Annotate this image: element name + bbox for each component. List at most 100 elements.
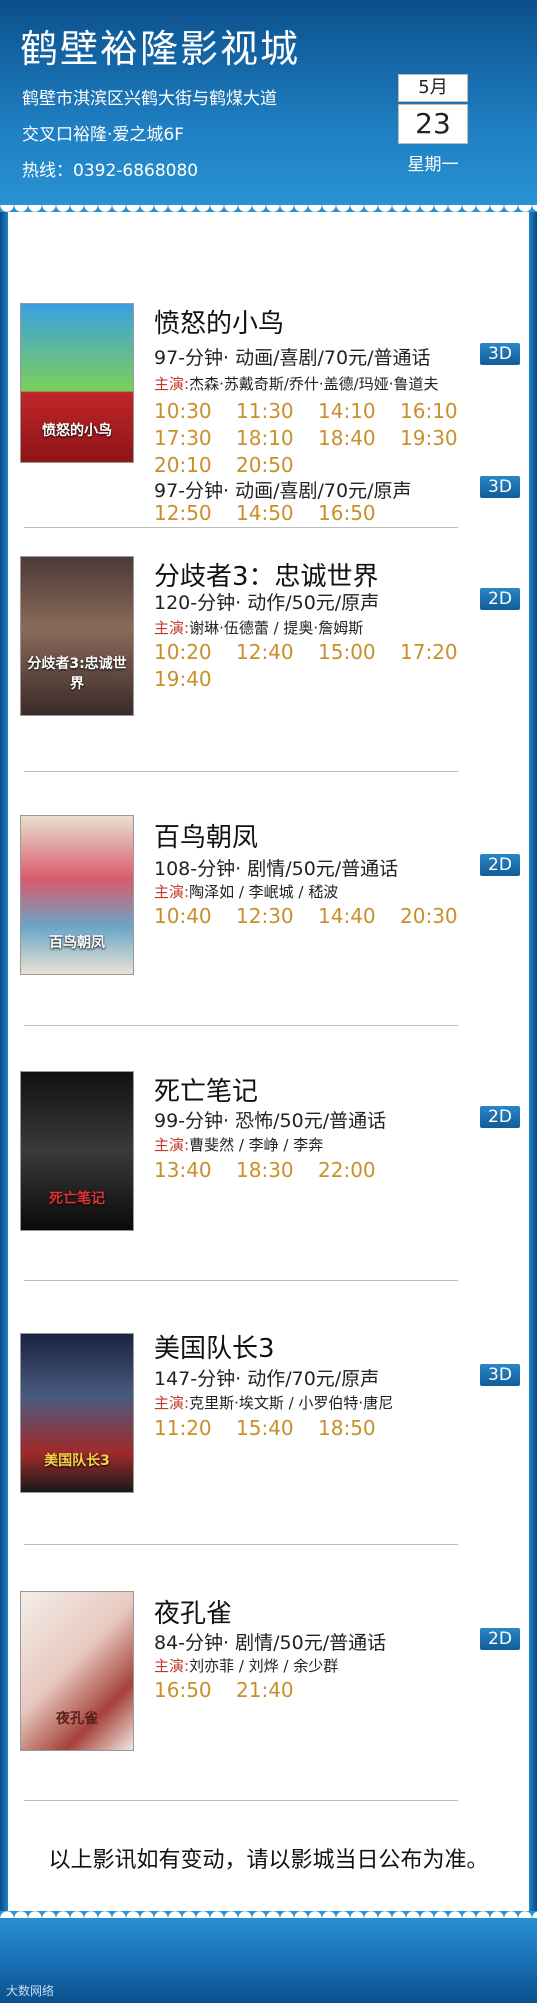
movie-card[interactable]: 夜孔雀 夜孔雀 84-分钟· 剧情/50元/普通话 2D 主演:刘亦菲 / 刘烨… [20,1591,520,1751]
divider [24,527,458,528]
showtime[interactable]: 19:30 [400,426,482,450]
format-badge: 2D [480,1106,520,1128]
showtime[interactable]: 20:10 [154,453,236,477]
movie-cast: 主演:克里斯·埃文斯 / 小罗伯特·唐尼 [154,1392,393,1413]
showtime[interactable]: 10:30 [154,399,236,423]
format-badge: 3D [480,1364,520,1386]
showtime[interactable]: 15:40 [236,1416,318,1440]
movie-poster[interactable]: 愤怒的小鸟 [20,303,134,463]
showtime[interactable]: 12:40 [236,640,318,664]
showtime[interactable]: 22:00 [318,1158,400,1182]
poster-title: 美国队长3 [44,1453,110,1469]
format-badge: 3D [480,476,520,498]
movie-card[interactable]: 美国队长3 美国队长3 147-分钟· 动作/70元/原声 3D 主演:克里斯·… [20,1328,520,1493]
movie-cast: 主演:陶泽如 / 李岷城 / 嵇波 [154,881,338,902]
poster-title: 死亡笔记 [49,1191,105,1207]
cast-label: 主演: [154,1394,190,1412]
poster-title: 愤怒的小鸟 [42,423,112,439]
footer-scallop-edge [0,1904,537,1918]
movie-poster[interactable]: 死亡笔记 [20,1071,134,1231]
watermark: 大数网络 [6,1984,55,1998]
showtime[interactable]: 11:20 [154,1416,236,1440]
movie-poster[interactable]: 美国队长3 [20,1333,134,1493]
address-line-2: 交叉口裕隆·爱之城6F [22,125,184,145]
left-border [0,0,8,2003]
divider [24,771,458,772]
showtime[interactable]: 13:40 [154,1158,236,1182]
movie-title: 百鸟朝凤 [154,823,259,853]
showtime[interactable]: 17:30 [154,426,236,450]
movie-title: 愤怒的小鸟 [154,309,285,339]
cast-names: 陶泽如 / 李岷城 / 嵇波 [189,883,339,901]
movie-poster[interactable]: 分歧者3:忠诚世界 [20,556,134,716]
showtime[interactable]: 10:40 [154,904,236,928]
header: 鹤壁裕隆影视城 鹤壁市淇滨区兴鹤大街与鹤煤大道 交叉口裕隆·爱之城6F 热线：0… [0,0,537,219]
date-card: 5月 23 [398,74,468,148]
showtime[interactable]: 17:20 [400,640,482,664]
movie-cast: 主演:刘亦菲 / 刘烨 / 余少群 [154,1655,338,1676]
address-line-1: 鹤壁市淇滨区兴鹤大街与鹤煤大道 [22,89,277,109]
movie-cast: 主演:曹斐然 / 李峥 / 李奔 [154,1134,323,1155]
showtimes-row: 10:20 12:40 15:00 17:20 [154,640,482,664]
schedule-page: 鹤壁裕隆影视城 鹤壁市淇滨区兴鹤大街与鹤煤大道 交叉口裕隆·爱之城6F 热线：0… [0,0,537,2003]
cast-label: 主演: [154,619,190,637]
showtime[interactable]: 20:50 [236,453,318,477]
cast-names: 克里斯·埃文斯 / 小罗伯特·唐尼 [189,1394,394,1412]
showtimes-row: 20:10 20:50 [154,453,318,477]
movie-card[interactable]: 愤怒的小鸟 愤怒的小鸟 97-分钟· 动画/喜剧/70元/普通话 3D 主演:杰… [20,303,520,525]
cast-names: 谢琳·伍德蕾 / 提奥·詹姆斯 [189,619,364,637]
movie-info: 97-分钟· 动画/喜剧/70元/原声 [154,480,412,502]
cast-label: 主演: [154,375,190,393]
showtime[interactable]: 14:10 [318,399,400,423]
divider [24,1800,458,1801]
hotline: 热线：0392-6868080 [22,161,199,181]
showtime[interactable]: 11:30 [236,399,318,423]
showtimes-row: 19:40 [154,667,236,691]
movie-poster[interactable]: 百鸟朝凤 [20,815,134,975]
showtime[interactable]: 18:50 [318,1416,400,1440]
footer: 大数网络 [0,1904,537,2003]
movie-card[interactable]: 分歧者3:忠诚世界 分歧者3：忠诚世界 120-分钟· 动作/50元/原声 2D… [20,556,520,721]
cast-label: 主演: [154,883,190,901]
showtimes-row: 12:50 14:50 16:50 [154,501,400,525]
showtime[interactable]: 21:40 [236,1678,318,1702]
showtime[interactable]: 20:30 [400,904,482,928]
showtimes-row: 13:40 18:30 22:00 [154,1158,400,1182]
showtime[interactable]: 14:50 [236,501,318,525]
cast-names: 刘亦菲 / 刘烨 / 余少群 [189,1657,339,1675]
movie-cast: 主演:谢琳·伍德蕾 / 提奥·詹姆斯 [154,617,363,638]
showtime[interactable]: 16:10 [400,399,482,423]
showtime[interactable]: 15:00 [318,640,400,664]
movie-card[interactable]: 百鸟朝凤 百鸟朝凤 108-分钟· 剧情/50元/普通话 2D 主演:陶泽如 /… [20,815,520,975]
divider [24,1280,458,1281]
movie-card[interactable]: 死亡笔记 死亡笔记 99-分钟· 恐怖/50元/普通话 2D 主演:曹斐然 / … [20,1071,520,1231]
schedule-notice: 以上影讯如有变动，请以影城当日公布为准。 [48,1848,489,1873]
showtime[interactable]: 18:30 [236,1158,318,1182]
showtime[interactable]: 14:40 [318,904,400,928]
showtime[interactable]: 12:50 [154,501,236,525]
date-month: 5月 [398,74,468,102]
movie-poster[interactable]: 夜孔雀 [20,1591,134,1751]
format-badge: 2D [480,588,520,610]
movie-title: 死亡笔记 [154,1077,259,1107]
showtime[interactable]: 10:20 [154,640,236,664]
movie-info: 120-分钟· 动作/50元/原声 [154,592,380,614]
cast-label: 主演: [154,1657,190,1675]
date-day: 23 [398,104,468,144]
showtime[interactable]: 16:50 [318,501,400,525]
divider [24,1544,458,1545]
format-badge: 2D [480,854,520,876]
divider [24,1025,458,1026]
movie-info: 84-分钟· 剧情/50元/普通话 [154,1632,387,1654]
movie-cast: 主演:杰森·苏戴奇斯/乔什·盖德/玛娅·鲁道夫 [154,373,438,394]
showtime[interactable]: 12:30 [236,904,318,928]
poster-title: 夜孔雀 [56,1711,98,1727]
showtime[interactable]: 19:40 [154,667,236,691]
movie-info: 108-分钟· 剧情/50元/普通话 [154,858,399,880]
format-badge: 2D [480,1628,520,1650]
showtimes-row: 10:40 12:30 14:40 20:30 [154,904,482,928]
showtime[interactable]: 18:40 [318,426,400,450]
date-weekday: 星期一 [407,155,459,175]
showtime[interactable]: 16:50 [154,1678,236,1702]
showtime[interactable]: 18:10 [236,426,318,450]
